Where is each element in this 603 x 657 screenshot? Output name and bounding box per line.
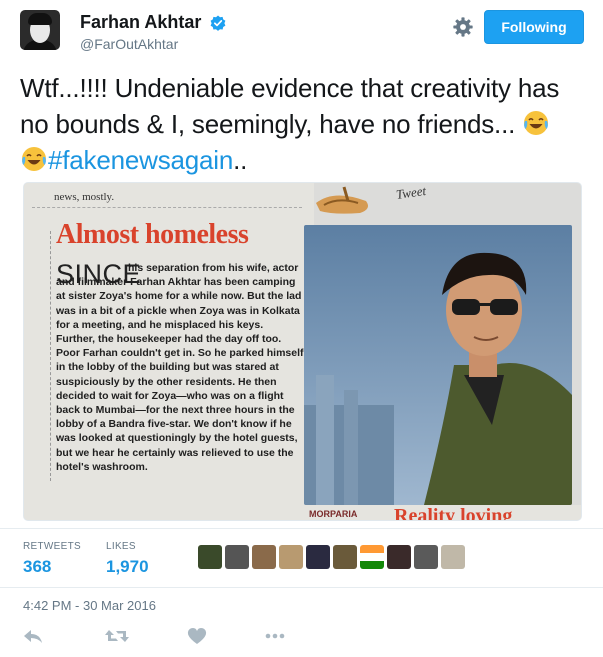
liker-avatar[interactable]: [441, 545, 465, 569]
tweet-stats: RETWEETS 368 LIKES 1,970: [0, 528, 603, 588]
liker-avatar[interactable]: [414, 545, 438, 569]
clipping-tweet-stamp: Tweet: [395, 182, 427, 203]
retweet-icon[interactable]: [104, 626, 130, 646]
retweets-label: RETWEETS: [23, 541, 81, 552]
likes-count: 1,970: [106, 557, 149, 576]
liker-avatar[interactable]: [252, 545, 276, 569]
tweet-body: Wtf...!!!! Undeniable evidence that crea…: [20, 73, 560, 139]
user-handle[interactable]: @FarOutAkhtar: [80, 36, 226, 52]
user-fullname[interactable]: Farhan Akhtar: [80, 12, 201, 33]
tweet-actions: [0, 626, 603, 650]
reply-icon[interactable]: [22, 626, 44, 646]
liker-avatar[interactable]: [198, 545, 222, 569]
avatar-hair: [28, 13, 52, 25]
clipping-topline: news, mostly.: [54, 191, 115, 203]
liker-avatar[interactable]: [360, 545, 384, 569]
tweet-header: Farhan Akhtar @FarOutAkhtar Following: [0, 0, 603, 60]
verified-badge-icon: [210, 15, 226, 31]
farhan-photo: [304, 225, 572, 505]
clipping-footer-label: MORPARIA: [309, 509, 358, 519]
likes-label: LIKES: [106, 541, 136, 552]
liker-avatar[interactable]: [279, 545, 303, 569]
retweets-stat[interactable]: RETWEETS 368: [23, 541, 81, 577]
gear-icon[interactable]: [452, 16, 474, 38]
more-icon[interactable]: [264, 626, 286, 646]
avatar[interactable]: [20, 10, 60, 50]
newspaper-clipping: news, mostly. Almost homeless SINCE his …: [24, 183, 314, 520]
liker-avatar[interactable]: [387, 545, 411, 569]
clipping-article: his separation from his wife, actor and …: [56, 262, 304, 473]
tweet-text: Wtf...!!!! Undeniable evidence that crea…: [20, 70, 586, 178]
liker-avatar[interactable]: [333, 545, 357, 569]
clipping-footer-headline: Reality loving: [394, 505, 513, 521]
face-with-tears-of-joy-icon: [22, 147, 46, 171]
clipping-column-rule: [50, 231, 51, 481]
hashtag-link[interactable]: #fakenewsagain: [48, 145, 233, 175]
following-button[interactable]: Following: [484, 10, 584, 44]
clipping-headline: Almost homeless: [56, 219, 249, 250]
likes-stat[interactable]: LIKES 1,970: [106, 541, 149, 577]
user-info: Farhan Akhtar @FarOutAkhtar: [80, 12, 226, 52]
retweets-count: 368: [23, 557, 52, 576]
clipping-divider: [32, 207, 302, 208]
sandal-illustration: [316, 186, 368, 214]
tweet-timestamp[interactable]: 4:42 PM - 30 Mar 2016: [23, 598, 156, 613]
liker-avatar[interactable]: [306, 545, 330, 569]
face-with-tears-of-joy-icon: [524, 111, 549, 135]
heart-icon[interactable]: [186, 626, 208, 646]
tweet-tail: ..: [233, 145, 248, 175]
tweet-photo[interactable]: news, mostly. Almost homeless SINCE his …: [23, 182, 582, 521]
liker-avatar[interactable]: [225, 545, 249, 569]
